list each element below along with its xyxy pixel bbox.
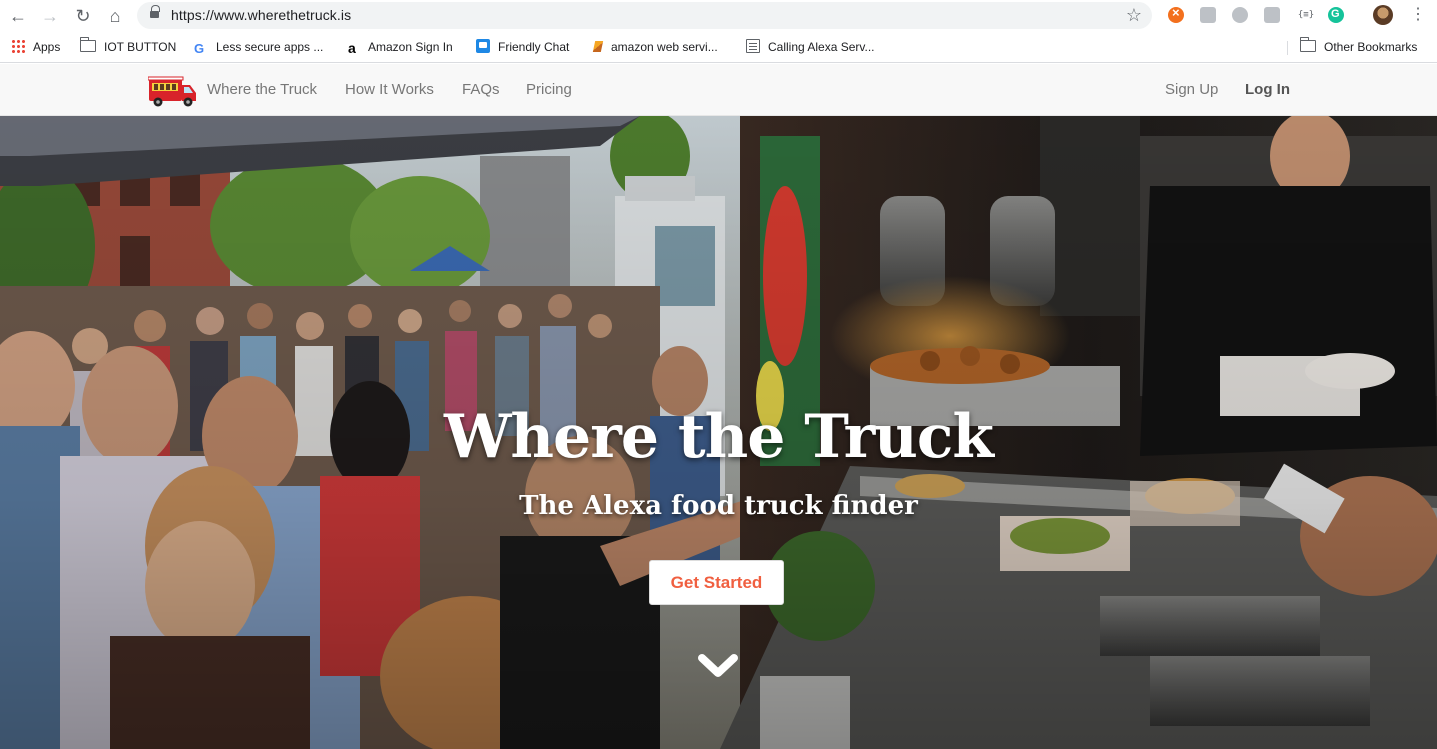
profile-avatar[interactable] [1373, 5, 1393, 25]
bookmark-amazon-web-services[interactable]: amazon web servi... [593, 39, 718, 55]
address-bar[interactable]: https://www.wherethetruck.is ☆ [137, 2, 1152, 29]
nav-log-in[interactable]: Log In [1245, 80, 1290, 100]
browser-toolbar: ← → ↻ ⌂ https://www.wherethetruck.is ☆ {… [0, 0, 1437, 32]
apps-grid-icon [11, 39, 25, 53]
home-icon[interactable]: ⌂ [105, 6, 125, 26]
reload-icon[interactable]: ↻ [73, 6, 93, 26]
hero-subtitle: The Alexa food truck finder [519, 491, 918, 521]
nav-faqs[interactable]: FAQs [462, 80, 500, 100]
bookmark-star-icon[interactable]: ☆ [1126, 5, 1142, 26]
cast-extension-icon[interactable] [1264, 7, 1280, 23]
nav-how-it-works[interactable]: How It Works [345, 80, 434, 100]
google-icon: G [194, 41, 205, 56]
bookmarks-divider [1287, 41, 1288, 55]
bookmark-amazon-sign-in[interactable]: a Amazon Sign In [348, 39, 453, 56]
bookmark-calling-alexa[interactable]: Calling Alexa Serv... [746, 39, 875, 55]
folder-icon [79, 37, 96, 52]
json-viewer-extension-icon[interactable]: {≡} [1296, 7, 1316, 23]
food-truck-logo-icon[interactable] [148, 73, 198, 109]
menu-kebab-icon[interactable]: ⋮ [1410, 5, 1426, 25]
bookmark-less-secure-apps[interactable]: G Less secure apps ... [194, 39, 323, 56]
nav-pricing[interactable]: Pricing [526, 80, 572, 100]
amazon-icon: a [348, 40, 356, 56]
chat-icon [476, 39, 490, 53]
url-text[interactable]: https://www.wherethetruck.is [171, 7, 351, 23]
hero-title: Where the Truck [444, 402, 994, 472]
extension-icon[interactable] [1232, 7, 1248, 23]
bookmark-apps[interactable]: Apps [11, 39, 60, 55]
bookmark-friendly-chat[interactable]: Friendly Chat [476, 39, 569, 55]
document-icon [746, 39, 760, 53]
forward-arrow-icon[interactable]: → [40, 6, 60, 26]
bookmark-iot-button[interactable]: IOT BUTTON [79, 37, 176, 55]
grammarly-extension-icon[interactable] [1328, 7, 1344, 23]
get-started-button[interactable]: Get Started [649, 560, 784, 605]
bookmark-other-bookmarks[interactable]: Other Bookmarks [1299, 37, 1417, 55]
dropbox-extension-icon[interactable] [1200, 7, 1216, 23]
site-navbar: Where the Truck How It Works FAQs Pricin… [0, 64, 1437, 116]
nav-sign-up[interactable]: Sign Up [1165, 80, 1218, 100]
back-arrow-icon[interactable]: ← [8, 6, 28, 26]
lock-icon [150, 5, 160, 20]
nav-brand[interactable]: Where the Truck [207, 80, 317, 100]
aws-icon [593, 39, 603, 53]
chevron-down-icon[interactable] [697, 651, 739, 683]
hero-section: Where the Truck The Alexa food truck fin… [0, 116, 1437, 749]
ublock-extension-icon[interactable] [1168, 5, 1184, 23]
bookmarks-bar: Apps IOT BUTTON G Less secure apps ... aA… [0, 32, 1437, 63]
folder-icon [1299, 37, 1316, 52]
